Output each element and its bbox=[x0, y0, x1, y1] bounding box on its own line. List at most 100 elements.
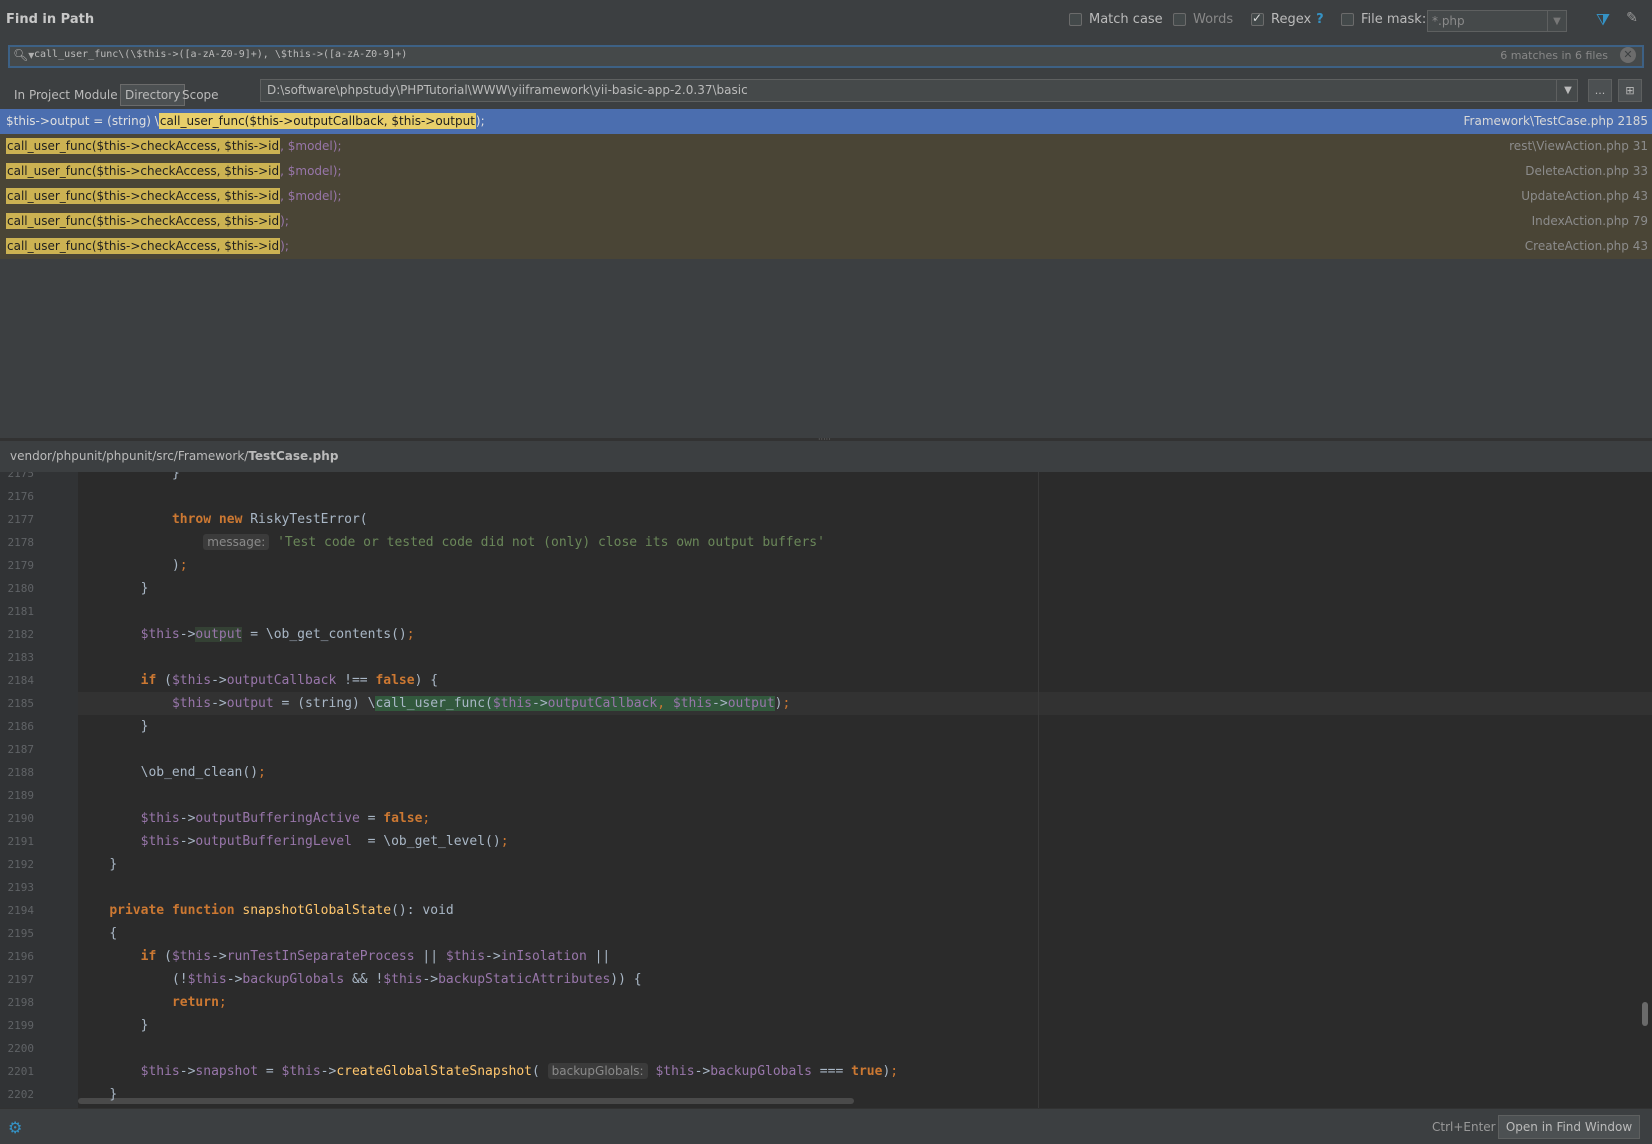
pin-icon[interactable]: ✎ bbox=[1623, 10, 1641, 30]
code-token: outputCallback bbox=[547, 696, 658, 711]
code-token: -> bbox=[211, 673, 227, 688]
code-token: && ! bbox=[344, 972, 384, 987]
code-token: false bbox=[383, 811, 423, 826]
result-suffix: , $model); bbox=[280, 164, 342, 178]
code-token: || bbox=[414, 949, 446, 964]
line-number: 2186 bbox=[7, 720, 35, 733]
search-field[interactable]: 🔍︎▾ call_user_func\(\$this->([a-zA-Z0-9]… bbox=[8, 45, 1644, 68]
code-token: snapshotGlobalState bbox=[242, 903, 392, 918]
right-margin-guide bbox=[1038, 472, 1039, 1108]
code-line: if ($this->runTestInSeparateProcess || $… bbox=[141, 945, 611, 968]
code-token: ; bbox=[258, 765, 266, 780]
line-number: 2187 bbox=[7, 743, 35, 756]
line-number: 2191 bbox=[7, 835, 35, 848]
result-file: rest\ViewAction.php 31 bbox=[1509, 139, 1648, 153]
tab-scope[interactable]: Scope bbox=[178, 84, 223, 106]
code-token: -> bbox=[694, 1064, 711, 1079]
line-number: 2202 bbox=[7, 1088, 35, 1101]
tab-directory[interactable]: Directory bbox=[120, 84, 186, 106]
line-number: 2198 bbox=[7, 996, 35, 1009]
results-list: $this->output = (string) \call_user_func… bbox=[0, 109, 1652, 439]
directory-dropdown-icon[interactable]: ▼ bbox=[1556, 80, 1579, 101]
search-icon[interactable]: 🔍︎▾ bbox=[13, 48, 34, 62]
code-token: ; bbox=[406, 627, 415, 642]
words-option[interactable]: Words bbox=[1173, 12, 1233, 27]
code-token: \ob_end_clean() bbox=[140, 765, 259, 780]
filter-icon[interactable]: ⧩ bbox=[1593, 10, 1613, 30]
code-token: } bbox=[109, 857, 118, 872]
code-line: } bbox=[141, 577, 149, 600]
open-in-find-window-button[interactable]: Open in Find Window bbox=[1498, 1115, 1640, 1139]
result-row[interactable]: call_user_func($this->checkAccess, $this… bbox=[0, 234, 1652, 259]
code-line: $this->outputBufferingActive = false; bbox=[141, 807, 431, 830]
parameter-hint: message: bbox=[203, 534, 270, 550]
code-token: -> bbox=[485, 949, 501, 964]
result-row[interactable]: call_user_func($this->checkAccess, $this… bbox=[0, 134, 1652, 159]
result-file: Framework\TestCase.php 2185 bbox=[1463, 114, 1648, 128]
clear-icon[interactable]: ✕ bbox=[1620, 47, 1636, 63]
line-number: 2201 bbox=[7, 1065, 35, 1078]
code-token: = \ob_get_level() bbox=[351, 834, 501, 849]
code-token: -> bbox=[211, 696, 227, 711]
code-token: -> bbox=[422, 972, 439, 987]
line-gutter: 2175 2176 2177 2178 2179 2180 2181 2182 2183 2184… bbox=[0, 472, 78, 1108]
match-case-checkbox[interactable] bbox=[1069, 13, 1082, 26]
code-token: 'Test code or tested code did not (only)… bbox=[277, 535, 825, 550]
settings-gear-icon[interactable]: ⚙ bbox=[8, 1118, 22, 1137]
tab-in-project[interactable]: In Project bbox=[10, 84, 74, 106]
code-token: -> bbox=[226, 972, 243, 987]
code-token: ) bbox=[171, 558, 180, 573]
code-preview[interactable]: 2175 2176 2177 2178 2179 2180 2181 2182 2183 2184… bbox=[0, 472, 1652, 1108]
file-mask-option[interactable]: File mask: bbox=[1341, 12, 1426, 27]
browse-button[interactable]: ... bbox=[1588, 79, 1612, 102]
result-suffix: , $model); bbox=[280, 139, 342, 153]
code-token: ; bbox=[782, 696, 791, 711]
file-mask-dropdown-icon[interactable]: ▼ bbox=[1547, 11, 1566, 31]
code-line: ); bbox=[172, 554, 188, 577]
line-number: 2182 bbox=[7, 628, 35, 641]
tree-icon[interactable]: ⊞ bbox=[1618, 79, 1642, 102]
code-token: RiskyTestError( bbox=[242, 512, 368, 527]
code-token: -> bbox=[179, 1064, 196, 1079]
tab-module[interactable]: Module bbox=[70, 84, 122, 106]
search-input[interactable]: call_user_func\(\$this->([a-zA-Z0-9]+), … bbox=[34, 49, 407, 60]
code-token: -> bbox=[179, 834, 196, 849]
directory-input[interactable]: D:\software\phpstudy\PHPTutorial\WWW\yii… bbox=[260, 79, 1578, 102]
file-mask-checkbox[interactable] bbox=[1341, 13, 1354, 26]
words-checkbox[interactable] bbox=[1173, 13, 1186, 26]
file-mask-input[interactable]: *.php bbox=[1427, 10, 1567, 32]
result-suffix: ); bbox=[280, 214, 289, 228]
code-token: $this bbox=[140, 834, 180, 849]
regex-checkbox[interactable] bbox=[1251, 11, 1264, 26]
match-case-option[interactable]: Match case bbox=[1069, 12, 1163, 27]
code-line: private function snapshotGlobalState(): … bbox=[109, 899, 453, 922]
line-number: 2175 bbox=[7, 472, 35, 480]
line-number: 2199 bbox=[7, 1019, 35, 1032]
code-line: } bbox=[172, 472, 180, 485]
code-token: ( bbox=[156, 949, 172, 964]
line-number: 2192 bbox=[7, 858, 35, 871]
result-row[interactable]: call_user_func($this->checkAccess, $this… bbox=[0, 159, 1652, 184]
code-token: } bbox=[171, 472, 180, 481]
code-token: $this bbox=[140, 811, 180, 826]
regex-option[interactable]: Regex ? bbox=[1251, 11, 1324, 27]
code-token: backupStaticAttributes bbox=[438, 972, 611, 987]
code-token: -> bbox=[712, 696, 728, 711]
vertical-scrollbar[interactable] bbox=[1642, 1002, 1648, 1026]
file-mask-label: File mask: bbox=[1361, 12, 1427, 27]
code-token: } bbox=[140, 1018, 149, 1033]
horizontal-scrollbar[interactable] bbox=[78, 1098, 854, 1104]
code-token: false bbox=[375, 673, 415, 688]
result-row[interactable]: $this->output = (string) \call_user_func… bbox=[0, 109, 1652, 134]
code-token: ( bbox=[532, 1064, 548, 1079]
result-match: call_user_func($this->checkAccess, $this… bbox=[6, 138, 281, 154]
code-token: $this bbox=[140, 627, 180, 642]
preview-path-prefix: vendor/phpunit/phpunit/src/Framework/ bbox=[10, 449, 249, 463]
code-token: $this bbox=[171, 696, 212, 711]
result-row[interactable]: call_user_func($this->checkAccess, $this… bbox=[0, 209, 1652, 234]
line-number: 2176 bbox=[7, 490, 35, 503]
result-file: IndexAction.php 79 bbox=[1531, 214, 1648, 228]
regex-help-link[interactable]: ? bbox=[1316, 12, 1324, 27]
result-row[interactable]: call_user_func($this->checkAccess, $this… bbox=[0, 184, 1652, 209]
